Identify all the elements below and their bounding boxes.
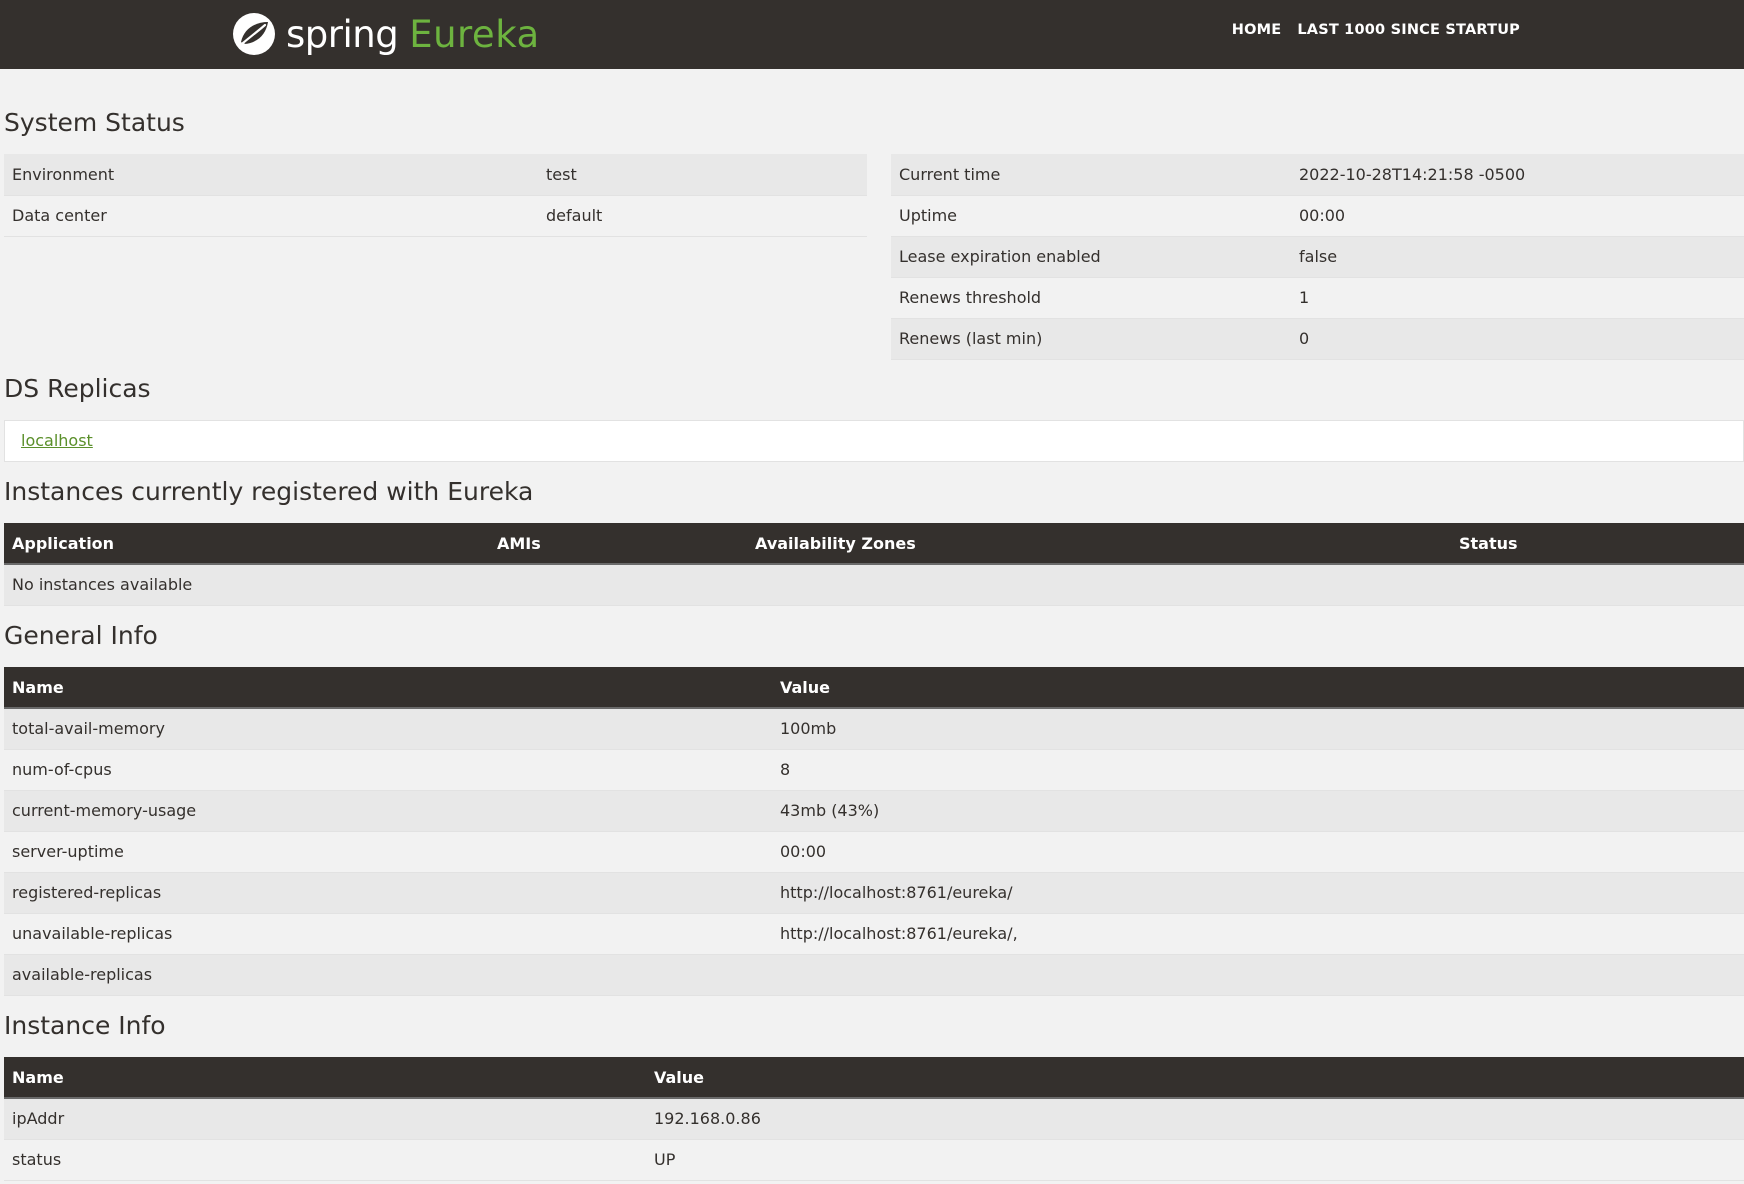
column-header-application: Application bbox=[4, 523, 489, 565]
brand-eureka-text: Eureka bbox=[409, 12, 540, 56]
info-name: server-uptime bbox=[4, 831, 772, 873]
top-navbar: spring Eureka HOME LAST 1000 SINCE START… bbox=[0, 0, 1744, 69]
info-name: available-replicas bbox=[4, 954, 772, 996]
info-name: ipAddr bbox=[4, 1098, 646, 1140]
nav-links: HOME LAST 1000 SINCE STARTUP bbox=[1232, 19, 1520, 41]
status-label: Data center bbox=[4, 195, 538, 237]
instances-table: Application AMIs Availability Zones Stat… bbox=[4, 523, 1744, 606]
table-row: Renews threshold 1 bbox=[891, 277, 1744, 319]
table-row: unavailable-replicas http://localhost:87… bbox=[4, 913, 1744, 955]
info-value: 00:00 bbox=[772, 831, 1744, 873]
status-label: Uptime bbox=[891, 195, 1291, 237]
info-name: current-memory-usage bbox=[4, 790, 772, 832]
spring-leaf-icon bbox=[233, 13, 275, 55]
column-header-name: Name bbox=[4, 667, 772, 709]
info-value: 8 bbox=[772, 749, 1744, 791]
info-value: http://localhost:8761/eureka/ bbox=[772, 872, 1744, 914]
status-value: test bbox=[538, 154, 867, 196]
table-header-row: Name Value bbox=[4, 1057, 1744, 1099]
column-header-amis: AMIs bbox=[489, 523, 747, 565]
info-name: status bbox=[4, 1139, 646, 1181]
system-status-right-table: Current time 2022-10-28T14:21:58 -0500 U… bbox=[891, 154, 1744, 360]
info-value: http://localhost:8761/eureka/, bbox=[772, 913, 1744, 955]
info-value bbox=[772, 954, 1744, 996]
status-label: Lease expiration enabled bbox=[891, 236, 1291, 278]
table-row: available-replicas bbox=[4, 954, 1744, 996]
replica-link-localhost[interactable]: localhost bbox=[21, 431, 93, 450]
system-status-heading: System Status bbox=[4, 108, 185, 137]
general-info-table: Name Value total-avail-memory 100mb num-… bbox=[4, 667, 1744, 996]
general-info-heading: General Info bbox=[4, 621, 158, 650]
column-header-value: Value bbox=[772, 667, 1744, 709]
table-row: status UP bbox=[4, 1139, 1744, 1181]
info-name: total-avail-memory bbox=[4, 708, 772, 750]
info-name: unavailable-replicas bbox=[4, 913, 772, 955]
table-row: total-avail-memory 100mb bbox=[4, 708, 1744, 750]
instance-info-table: Name Value ipAddr 192.168.0.86 status UP bbox=[4, 1057, 1744, 1181]
empty-state-text: No instances available bbox=[4, 564, 1744, 606]
column-header-name: Name bbox=[4, 1057, 646, 1099]
table-row: Current time 2022-10-28T14:21:58 -0500 bbox=[891, 154, 1744, 196]
table-row: num-of-cpus 8 bbox=[4, 749, 1744, 791]
info-name: registered-replicas bbox=[4, 872, 772, 914]
info-value: 192.168.0.86 bbox=[646, 1098, 1744, 1140]
status-value: 1 bbox=[1291, 277, 1744, 319]
brand-logo[interactable]: spring Eureka bbox=[230, 6, 540, 62]
status-label: Renews threshold bbox=[891, 277, 1291, 319]
table-row: Lease expiration enabled false bbox=[891, 236, 1744, 278]
table-row: No instances available bbox=[4, 564, 1744, 606]
table-header-row: Name Value bbox=[4, 667, 1744, 709]
table-header-row: Application AMIs Availability Zones Stat… bbox=[4, 523, 1744, 565]
ds-replicas-heading: DS Replicas bbox=[4, 374, 151, 403]
table-row: server-uptime 00:00 bbox=[4, 831, 1744, 873]
table-row: registered-replicas http://localhost:876… bbox=[4, 872, 1744, 914]
instances-heading: Instances currently registered with Eure… bbox=[4, 477, 534, 506]
nav-home-link[interactable]: HOME bbox=[1232, 19, 1282, 41]
instance-info-heading: Instance Info bbox=[4, 1011, 166, 1040]
column-header-status: Status bbox=[1451, 523, 1744, 565]
system-status-left-table: Environment test Data center default bbox=[4, 154, 867, 237]
info-value: 43mb (43%) bbox=[772, 790, 1744, 832]
status-value: 2022-10-28T14:21:58 -0500 bbox=[1291, 154, 1744, 196]
table-row: Environment test bbox=[4, 154, 867, 196]
ds-replicas-list: localhost bbox=[4, 420, 1744, 462]
table-row: ipAddr 192.168.0.86 bbox=[4, 1098, 1744, 1140]
nav-last-1000-link[interactable]: LAST 1000 SINCE STARTUP bbox=[1297, 19, 1520, 41]
info-value: UP bbox=[646, 1139, 1744, 1181]
table-row: Data center default bbox=[4, 195, 867, 237]
brand-spring-text: spring bbox=[286, 12, 399, 56]
status-label: Environment bbox=[4, 154, 538, 196]
info-name: num-of-cpus bbox=[4, 749, 772, 791]
status-value: default bbox=[538, 195, 867, 237]
status-label: Renews (last min) bbox=[891, 318, 1291, 360]
status-value: 00:00 bbox=[1291, 195, 1744, 237]
status-label: Current time bbox=[891, 154, 1291, 196]
table-row: current-memory-usage 43mb (43%) bbox=[4, 790, 1744, 832]
column-header-availability-zones: Availability Zones bbox=[747, 523, 1451, 565]
info-value: 100mb bbox=[772, 708, 1744, 750]
status-value: 0 bbox=[1291, 318, 1744, 360]
status-value: false bbox=[1291, 236, 1744, 278]
table-row: Uptime 00:00 bbox=[891, 195, 1744, 237]
table-row: Renews (last min) 0 bbox=[891, 318, 1744, 360]
column-header-value: Value bbox=[646, 1057, 1744, 1099]
